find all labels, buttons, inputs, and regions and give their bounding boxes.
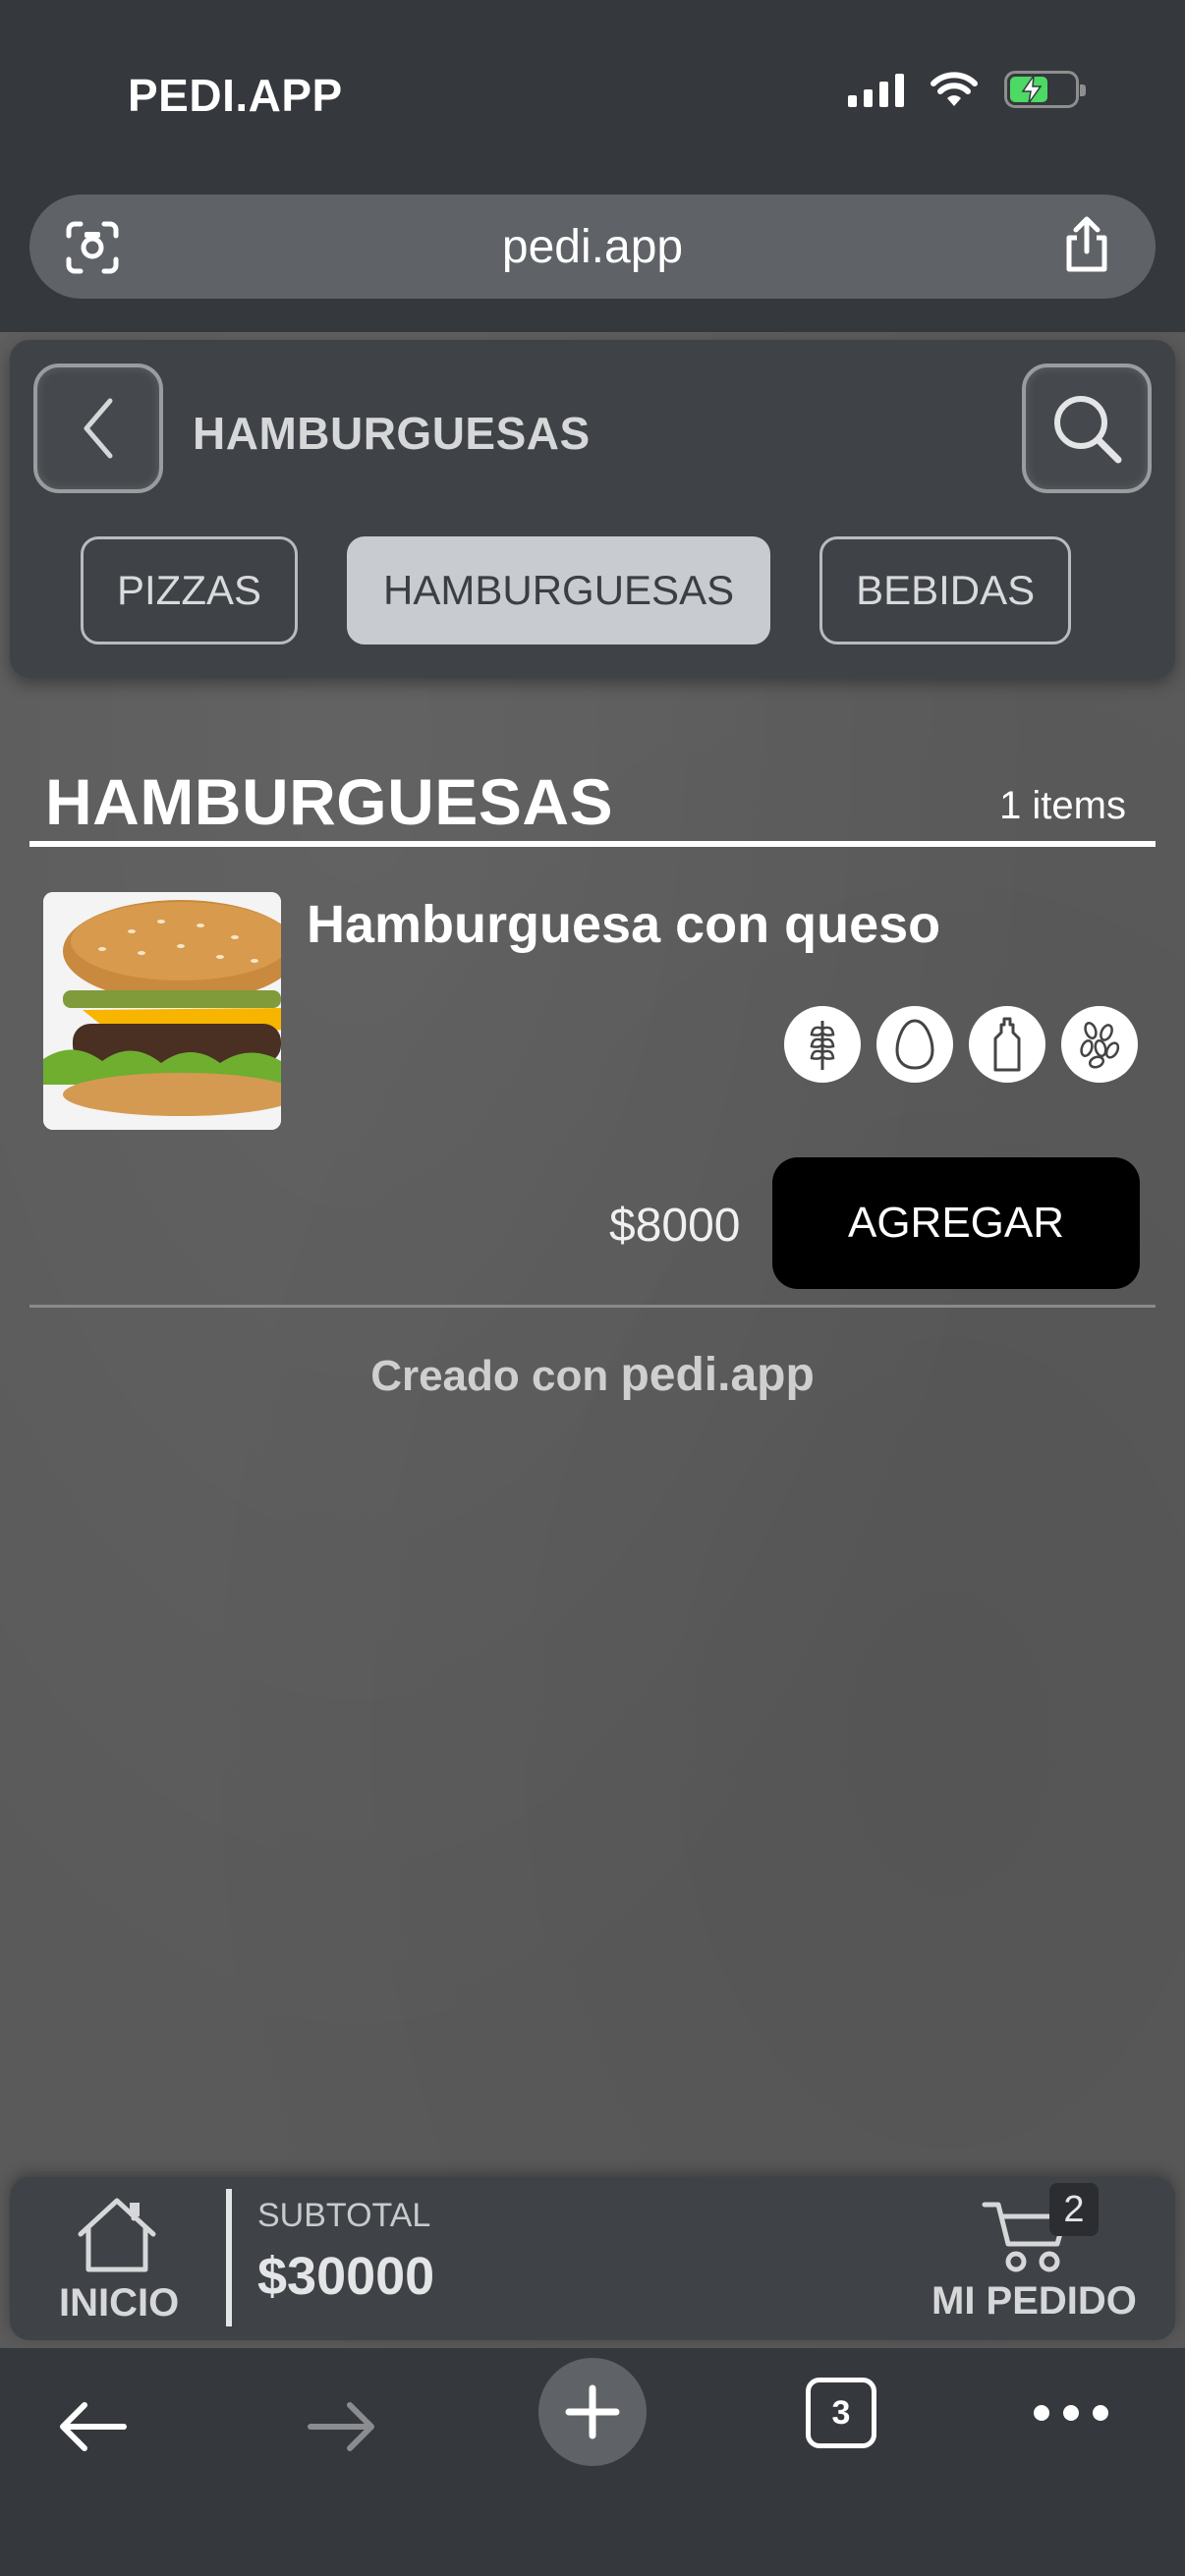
- footer-credit-brand[interactable]: pedi.app: [620, 1349, 814, 1401]
- url-bar[interactable]: pedi.app: [29, 195, 1156, 299]
- section-item-count: 1 items: [999, 784, 1126, 827]
- browser-top-chrome: PEDI.APP pedi.app: [0, 0, 1185, 332]
- egg-icon: [876, 1006, 953, 1083]
- tab-hamburguesas[interactable]: HAMBURGUESAS: [347, 536, 771, 644]
- footer-credit-prefix: Creado con: [370, 1352, 609, 1400]
- product-divider: [29, 1305, 1156, 1308]
- subtotal-label: SUBTOTAL: [257, 2197, 431, 2234]
- cellular-signal-icon: [848, 72, 904, 107]
- section-divider: [29, 841, 1156, 847]
- category-title: HAMBURGUESAS: [193, 408, 591, 459]
- cart-count-badge: 2: [1049, 2183, 1099, 2236]
- tab-pizzas[interactable]: PIZZAS: [81, 536, 299, 644]
- status-icons: [848, 71, 1086, 108]
- gluten-icon: [784, 1006, 861, 1083]
- browser-bottom-toolbar: 3: [0, 2348, 1185, 2576]
- home-label[interactable]: INICIO: [59, 2281, 179, 2325]
- battery-charging-icon: [1004, 71, 1086, 108]
- footer-credit[interactable]: Creado con pedi.app: [0, 1348, 1185, 1402]
- product-price: $8000: [609, 1200, 741, 1252]
- more-options-icon[interactable]: [1034, 2405, 1108, 2421]
- subtotal-value: $30000: [257, 2247, 435, 2306]
- search-button[interactable]: [1022, 364, 1152, 493]
- share-icon[interactable]: [1061, 216, 1112, 275]
- plus-icon: [565, 2384, 620, 2439]
- new-tab-button[interactable]: [538, 2358, 647, 2466]
- chevron-left-icon: [84, 398, 113, 459]
- order-bar: INICIO SUBTOTAL $30000 2 MI PEDIDO: [10, 2177, 1175, 2340]
- wifi-icon: [931, 72, 978, 106]
- back-button[interactable]: [33, 364, 163, 493]
- search-icon: [1054, 396, 1122, 464]
- tab-bebidas[interactable]: BEBIDAS: [819, 536, 1072, 644]
- section-title: HAMBURGUESAS: [45, 765, 614, 838]
- tabs-button[interactable]: 3: [806, 2378, 876, 2448]
- sesame-icon: [1061, 1006, 1138, 1083]
- add-to-order-button[interactable]: AGREGAR: [772, 1157, 1140, 1289]
- home-icon[interactable]: [73, 2195, 161, 2273]
- my-order-label[interactable]: MI PEDIDO: [931, 2279, 1137, 2324]
- forward-arrow-icon[interactable]: [307, 2399, 377, 2454]
- category-nav: HAMBURGUESAS PIZZAS HAMBURGUESAS BEBIDAS: [10, 340, 1175, 678]
- burger-image: [43, 892, 281, 1130]
- page-content: HAMBURGUESAS PIZZAS HAMBURGUESAS BEBIDAS…: [0, 332, 1185, 2348]
- allergen-icons: [784, 1006, 1138, 1083]
- status-bar-title: PEDI.APP: [128, 70, 343, 121]
- category-tabs: PIZZAS HAMBURGUESAS BEBIDAS: [81, 536, 1072, 644]
- url-text[interactable]: pedi.app: [29, 220, 1156, 274]
- sauce-bottle-icon: [969, 1006, 1045, 1083]
- product-name[interactable]: Hamburguesa con queso: [307, 894, 940, 955]
- product-image[interactable]: [43, 892, 281, 1130]
- order-bar-separator: [226, 2189, 232, 2326]
- back-arrow-icon[interactable]: [57, 2399, 128, 2454]
